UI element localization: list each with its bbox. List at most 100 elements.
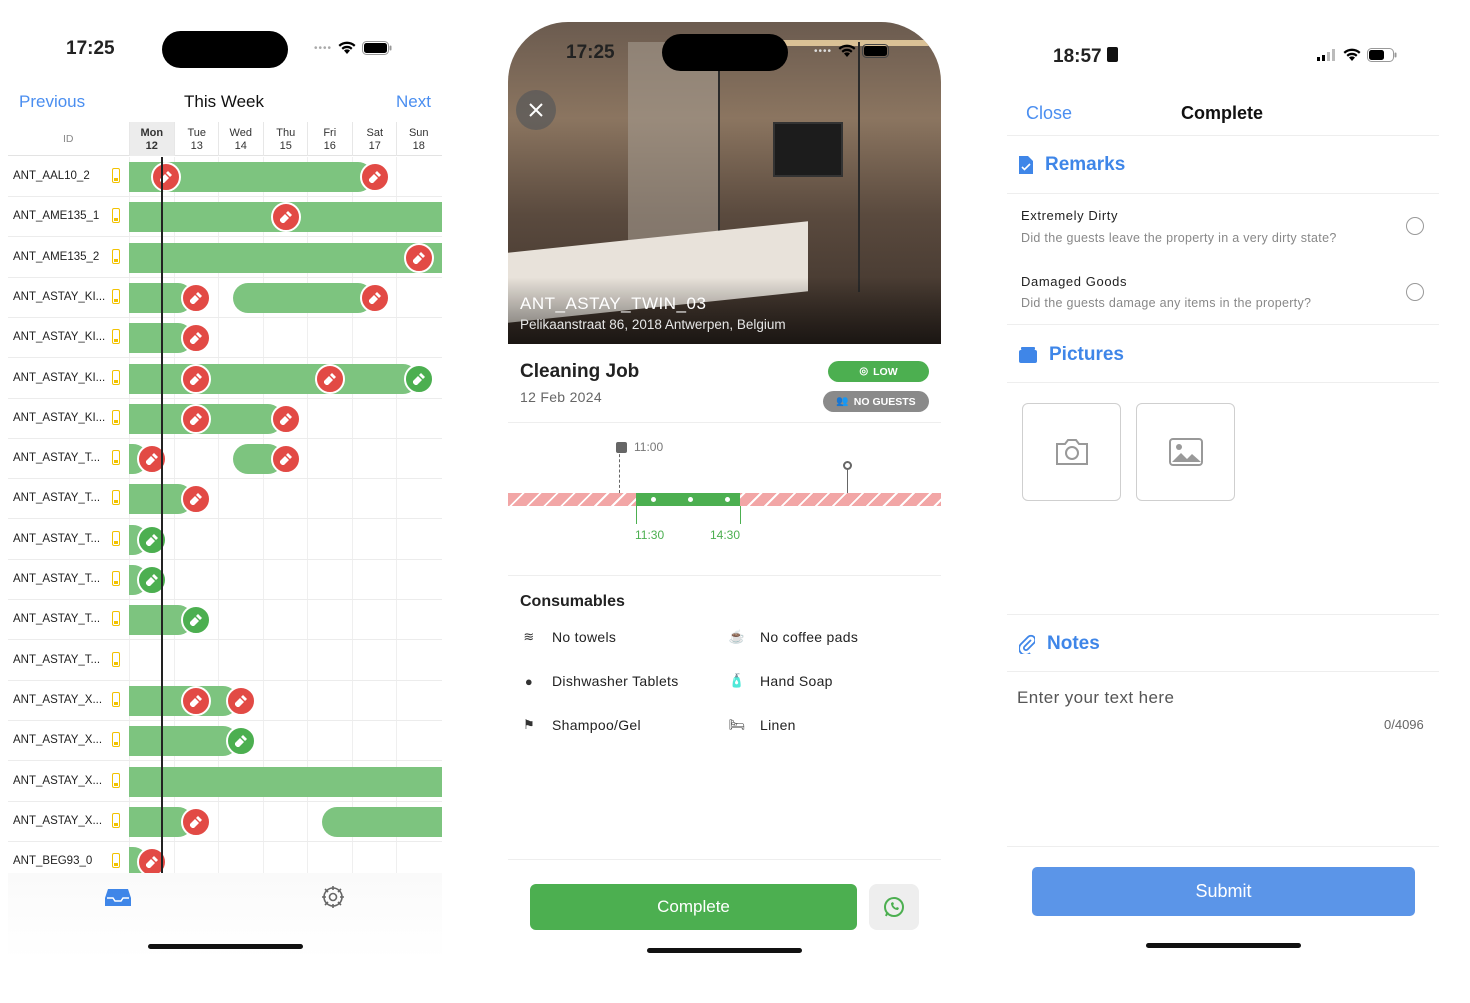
cleaning-broom-icon[interactable] <box>226 726 256 757</box>
schedule-row[interactable]: ANT_ASTAY_T... <box>8 479 442 520</box>
schedule-row[interactable]: ANT_AAL10_2 <box>8 157 442 197</box>
booking-bar[interactable] <box>129 766 442 797</box>
status-icons: •••• <box>814 44 892 58</box>
schedule-row[interactable]: ANT_ASTAY_T... <box>8 520 442 560</box>
schedule-row[interactable]: ANT_ASTAY_KI... <box>8 278 442 318</box>
cleaning-broom-icon[interactable] <box>360 162 390 192</box>
day-header[interactable]: Sat 17 <box>352 122 397 156</box>
schedule-row[interactable]: ANT_ASTAY_X... <box>8 721 442 762</box>
cleaning-broom-icon[interactable] <box>181 403 211 434</box>
priority-badge: ◎ LOW <box>828 361 929 382</box>
day-header[interactable]: Mon 12 <box>129 122 174 156</box>
property-id: ANT_ASTAY_T... <box>13 653 101 666</box>
complete-button[interactable]: Complete <box>530 884 857 930</box>
bed-icon: 🛏 <box>728 717 746 732</box>
signal-icon: •••• <box>314 42 333 54</box>
towels-icon: ≋ <box>523 629 535 644</box>
schedule-row[interactable]: ANT_ASTAY_X... <box>8 681 442 721</box>
schedule-row[interactable]: ANT_ASTAY_T... <box>8 439 442 480</box>
extremely-dirty-radio[interactable] <box>1406 217 1424 235</box>
submit-button[interactable]: Submit <box>1032 867 1415 916</box>
cleaning-broom-icon[interactable] <box>151 162 181 192</box>
battery-level-icon <box>112 772 120 788</box>
checkin-pin-icon <box>843 461 852 470</box>
cleaning-broom-icon[interactable] <box>404 363 434 394</box>
cleaning-broom-icon[interactable] <box>315 363 345 394</box>
wifi-icon <box>838 44 856 57</box>
day-header[interactable]: Fri 16 <box>307 122 352 156</box>
cleaning-broom-icon[interactable] <box>181 363 211 394</box>
guests-badge: 👥 NO GUESTS <box>823 391 929 412</box>
whatsapp-button[interactable] <box>869 884 919 930</box>
cleaning-broom-icon[interactable] <box>271 403 301 434</box>
booking-bar[interactable] <box>129 363 418 394</box>
notes-input[interactable]: Enter your text here <box>1017 688 1429 714</box>
cleaning-broom-icon[interactable] <box>404 242 434 273</box>
tablets-icon: ● <box>524 673 534 689</box>
consumables-title: Consumables <box>520 593 625 610</box>
cleaning-broom-icon[interactable] <box>181 806 211 837</box>
calendar-header: ID Mon 12 Tue 13 Wed 14 Thu 15 Fri 16 Sat 17 S… <box>8 122 442 156</box>
next-week-button[interactable]: Next <box>396 92 431 112</box>
choose-image-button[interactable] <box>1136 403 1235 501</box>
time-window-chart: 11:00 11:30 14:30 <box>508 432 941 562</box>
consumable-item: ⚑ Shampoo/Gel <box>520 717 641 733</box>
schedule-row[interactable]: ANT_ASTAY_T... <box>8 641 442 681</box>
cleaning-broom-icon[interactable] <box>181 685 211 716</box>
day-header[interactable]: Tue 13 <box>174 122 219 156</box>
day-header[interactable]: Sun 18 <box>396 122 441 156</box>
booking-bar[interactable] <box>233 282 373 313</box>
status-time: 17:25 <box>66 38 115 59</box>
cleaning-broom-icon[interactable] <box>226 685 256 716</box>
cleaning-broom-icon[interactable] <box>137 524 167 555</box>
cleaning-broom-icon[interactable] <box>271 444 301 475</box>
pictures-section-header: Pictures <box>1007 326 1439 383</box>
tab-bar <box>8 873 442 960</box>
job-title: Cleaning Job <box>520 361 640 382</box>
close-button[interactable]: Close <box>1026 103 1072 124</box>
schedule-row[interactable]: ANT_ASTAY_X... <box>8 762 442 802</box>
people-icon: 👥 <box>836 396 849 407</box>
cleaning-broom-icon[interactable] <box>181 323 211 354</box>
battery-level-icon <box>112 571 120 586</box>
close-button[interactable] <box>516 90 556 130</box>
soap-icon: 🧴 <box>728 673 746 688</box>
property-id: ANT_ASTAY_X... <box>13 814 103 827</box>
schedule-row[interactable]: ANT_AME135_1 <box>8 197 442 238</box>
remark-description: Did the guests damage any items in the p… <box>1021 296 1312 310</box>
battery-level-icon <box>112 732 120 748</box>
day-header[interactable]: Wed 14 <box>218 122 263 156</box>
settings-tab[interactable] <box>321 885 345 914</box>
booking-bar[interactable] <box>129 242 442 273</box>
battery-level-icon <box>112 369 120 385</box>
take-photo-button[interactable] <box>1022 403 1121 501</box>
consumable-item: 🧴 Hand Soap <box>728 673 833 689</box>
battery-level-icon <box>112 208 120 224</box>
cleaning-broom-icon[interactable] <box>181 282 211 313</box>
schedule-row[interactable]: ANT_ASTAY_KI... <box>8 399 442 439</box>
cleaning-broom-icon[interactable] <box>360 282 390 313</box>
schedule-row[interactable]: ANT_AME135_2 <box>8 238 442 278</box>
dynamic-island <box>162 31 288 68</box>
inbox-tab[interactable] <box>105 887 131 912</box>
battery-icon <box>362 41 392 55</box>
cleaning-broom-icon[interactable] <box>137 444 167 475</box>
cleaning-broom-icon[interactable] <box>181 484 211 515</box>
cleaning-broom-icon[interactable] <box>181 605 211 636</box>
booking-bar[interactable] <box>129 726 238 757</box>
previous-week-button[interactable]: Previous <box>19 92 85 112</box>
whatsapp-icon <box>884 897 904 917</box>
property-id: ANT_ASTAY_KI... <box>13 411 106 424</box>
schedule-row[interactable]: ANT_ASTAY_KI... <box>8 318 442 359</box>
status-time: 17:25 <box>566 42 615 63</box>
day-header[interactable]: Thu 15 <box>263 122 308 156</box>
schedule-row[interactable]: ANT_ASTAY_T... <box>8 600 442 641</box>
booking-bar[interactable] <box>322 806 442 837</box>
damaged-goods-radio[interactable] <box>1406 283 1424 301</box>
schedule-row[interactable]: ANT_ASTAY_T... <box>8 560 442 600</box>
schedule-row[interactable]: ANT_ASTAY_KI... <box>8 359 442 399</box>
cleaning-broom-icon[interactable] <box>137 565 167 595</box>
checkout-icon <box>616 442 627 453</box>
schedule-row[interactable]: ANT_ASTAY_X... <box>8 802 442 842</box>
property-id: ANT_ASTAY_KI... <box>13 371 106 384</box>
